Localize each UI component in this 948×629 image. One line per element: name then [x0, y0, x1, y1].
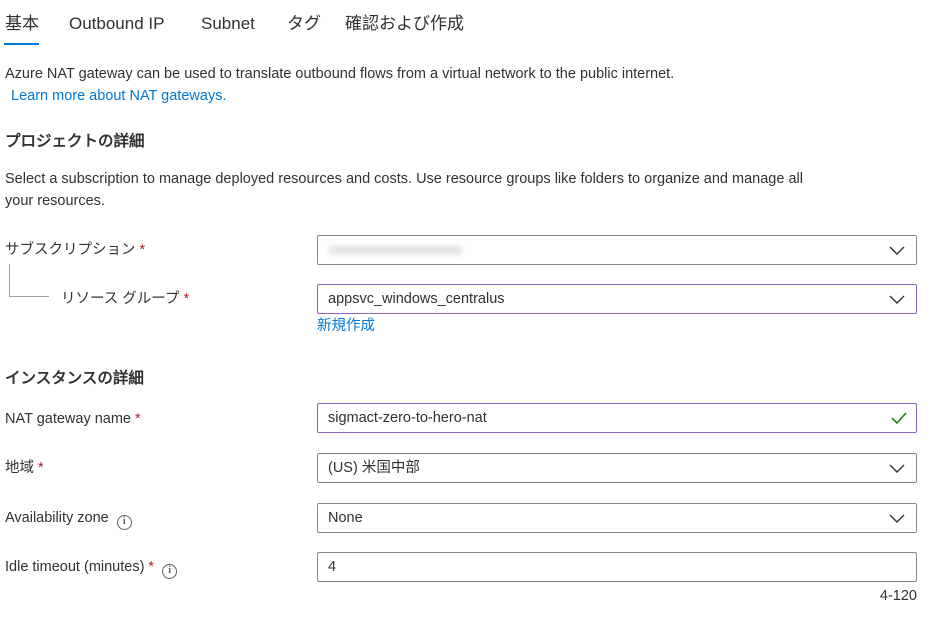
subscription-value-redacted — [328, 245, 463, 255]
hierarchy-connector — [9, 264, 49, 297]
idle-timeout-label: Idle timeout (minutes) * i — [5, 556, 178, 579]
subscription-label: サブスクリプション * — [5, 242, 146, 258]
tab-tags[interactable]: タグ — [287, 13, 321, 35]
tab-basics[interactable]: 基本 — [5, 13, 39, 35]
required-marker: * — [148, 559, 155, 575]
tab-review-create[interactable]: 確認および作成 — [345, 13, 464, 35]
chevron-down-icon — [889, 295, 905, 304]
tab-bar: 基本 Outbound IP Subnet タグ 確認および作成 — [0, 0, 948, 46]
idle-timeout-input[interactable]: 4 — [317, 552, 917, 582]
project-details-heading: プロジェクトの詳細 — [5, 133, 145, 150]
availability-zone-dropdown[interactable]: None — [317, 503, 917, 533]
checkmark-icon — [891, 412, 907, 425]
learn-more-link[interactable]: Learn more about NAT gateways. — [11, 85, 226, 107]
idle-timeout-value: 4 — [328, 559, 337, 575]
resource-group-label: リソース グループ * — [61, 291, 190, 307]
chevron-down-icon — [889, 246, 905, 255]
intro-text: Azure NAT gateway can be used to transla… — [5, 66, 675, 82]
project-desc-line1: Select a subscription to manage deployed… — [5, 171, 803, 187]
nat-gateway-name-value: sigmact-zero-to-hero-nat — [328, 410, 487, 426]
required-marker: * — [135, 411, 141, 427]
tab-outbound-ip[interactable]: Outbound IP — [69, 13, 164, 35]
project-desc-line2: your resources. — [5, 193, 105, 209]
chevron-down-icon — [889, 514, 905, 523]
info-icon[interactable]: i — [116, 515, 132, 530]
tab-subnet[interactable]: Subnet — [201, 13, 255, 35]
resource-group-dropdown[interactable]: appsvc_windows_centralus — [317, 284, 917, 314]
resource-group-value: appsvc_windows_centralus — [328, 291, 505, 307]
nat-gateway-name-input[interactable]: sigmact-zero-to-hero-nat — [317, 403, 917, 433]
required-marker: * — [183, 291, 190, 307]
instance-details-heading: インスタンスの詳細 — [5, 370, 144, 387]
active-tab-indicator — [4, 43, 39, 45]
chevron-down-icon — [889, 464, 905, 473]
availability-zone-label: Availability zone i — [5, 507, 132, 530]
region-dropdown[interactable]: (US) 米国中部 — [317, 453, 917, 483]
required-marker: * — [139, 242, 146, 258]
required-marker: * — [38, 460, 44, 476]
subscription-dropdown[interactable] — [317, 235, 917, 265]
idle-timeout-range-hint: 4-120 — [879, 588, 917, 604]
region-value: (US) 米国中部 — [328, 460, 420, 476]
nat-gateway-name-label: NAT gateway name * — [5, 411, 141, 427]
create-new-resource-group-link[interactable]: 新規作成 — [317, 315, 375, 337]
info-icon[interactable]: i — [162, 564, 178, 579]
region-label: 地域 * — [5, 460, 44, 476]
availability-zone-value: None — [328, 510, 363, 526]
